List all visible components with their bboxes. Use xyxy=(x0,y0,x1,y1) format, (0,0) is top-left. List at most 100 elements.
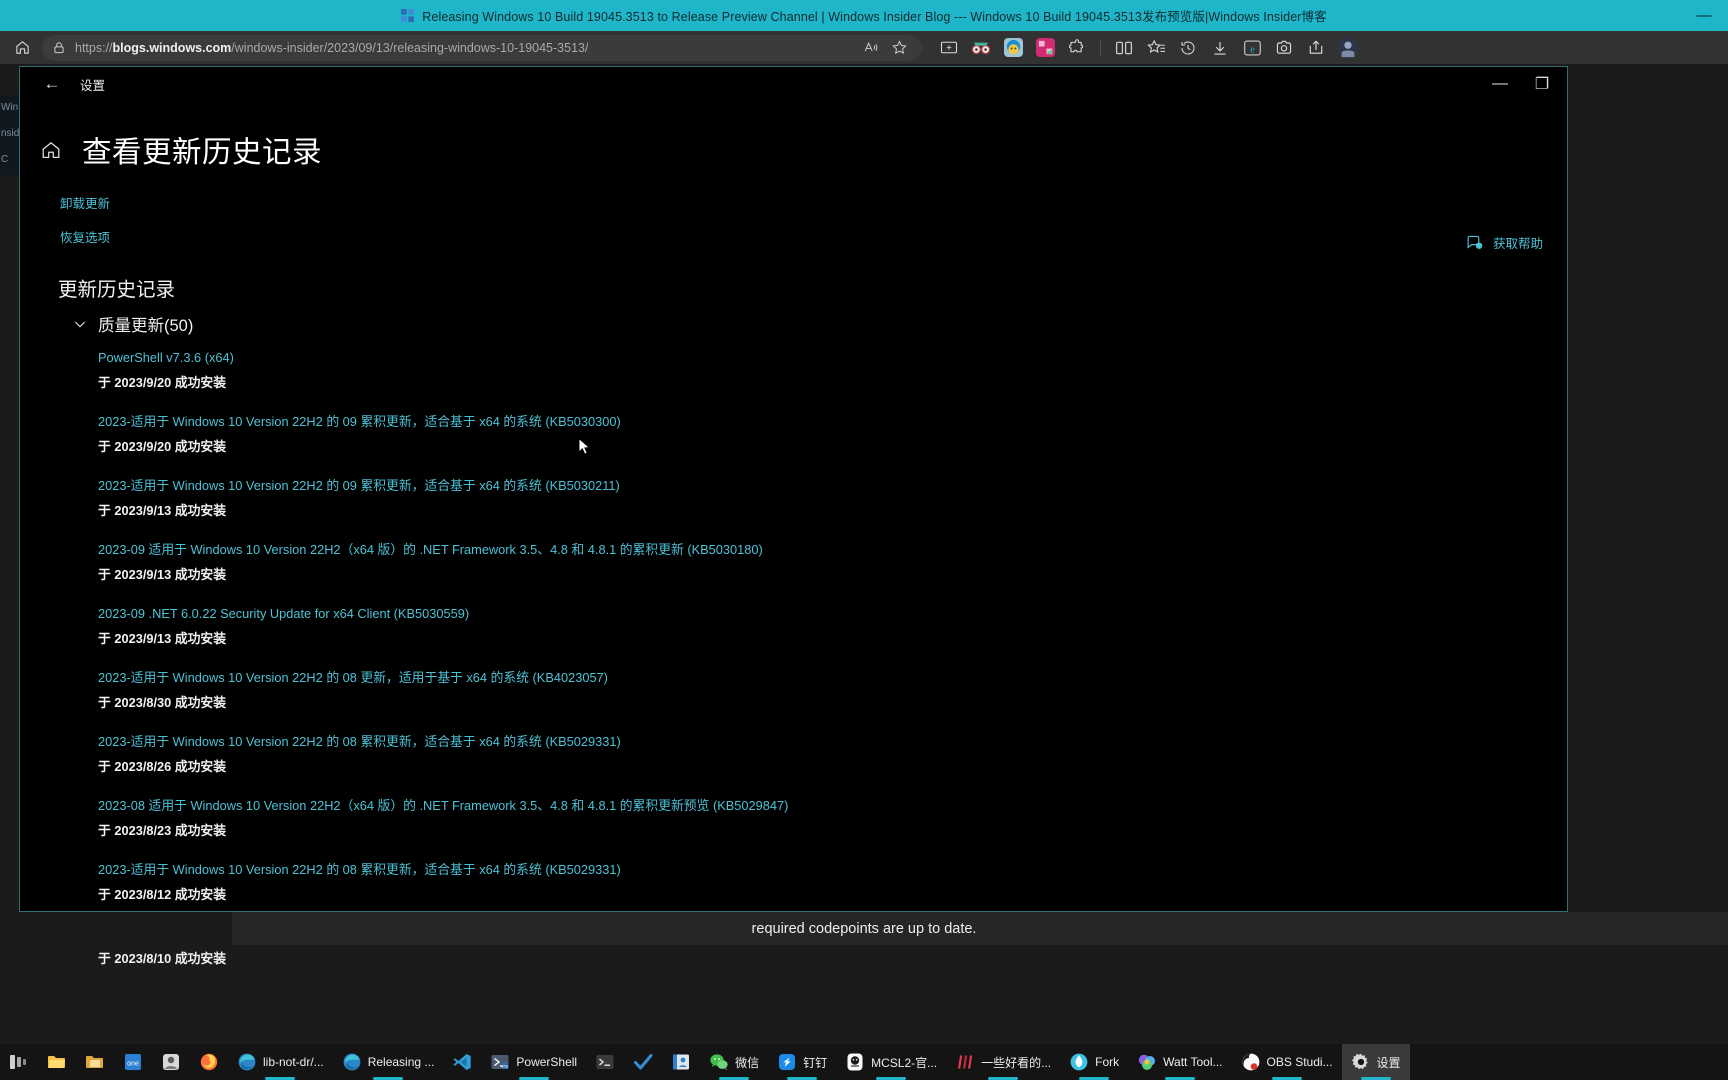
edge-icon xyxy=(342,1052,362,1072)
settings-minimize-button[interactable]: — xyxy=(1479,69,1521,99)
taskbar-item-vscode[interactable] xyxy=(443,1044,481,1080)
fork-icon xyxy=(1069,1052,1089,1072)
update-history-item: 2023-08 适用于 Windows 10 Version 22H2（x64 … xyxy=(98,798,1567,839)
taskbar-item-fork[interactable]: Fork xyxy=(1060,1044,1128,1080)
downloads-icon[interactable] xyxy=(1205,35,1235,61)
settings-content: 查看更新历史记录 卸载更新 恢复选项 获取帮助 更新历史记录 质量更新(50) … xyxy=(20,129,1567,966)
update-name-link[interactable]: 2023-09 .NET 6.0.22 Security Update for … xyxy=(98,606,1567,622)
taskbar-item-label: 钉钉 xyxy=(803,1055,828,1070)
screen: Win nsid C Releasing Windows 10 Build 19… xyxy=(0,0,1728,1080)
home-icon xyxy=(15,41,29,54)
taskbar-item-label: Fork xyxy=(1095,1055,1120,1069)
get-help-row[interactable]: 获取帮助 xyxy=(1466,233,1543,252)
update-history-item: 2023-适用于 Windows 10 Version 22H2 的 09 累积… xyxy=(98,414,1567,455)
update-name-link[interactable]: 2023-适用于 Windows 10 Version 22H2 的 08 更新… xyxy=(98,670,1567,686)
puzzle-glyph xyxy=(1069,38,1084,52)
taskbar-item-watttool[interactable]: Watt Tool... xyxy=(1128,1044,1231,1080)
taskbar-item-[interactable]: 钉钉 xyxy=(768,1044,836,1080)
taskbar-item-mcsl2[interactable]: MCSL2-官... xyxy=(836,1044,946,1080)
quality-updates-group-header[interactable]: 质量更新(50) xyxy=(72,312,1567,336)
screenshot-icon[interactable] xyxy=(1269,35,1299,61)
taskbar-item-folder[interactable] xyxy=(76,1044,114,1080)
taskbar-item-[interactable]: 一些好看的... xyxy=(946,1044,1060,1080)
windows-logo-icon xyxy=(401,9,415,22)
taskbar-item-powershell[interactable]: PS PowerShell xyxy=(481,1044,586,1080)
update-name-link[interactable]: 2023-08 适用于 Windows 10 Version 22H2（x64 … xyxy=(98,798,1567,814)
taskbar-item-terminal[interactable] xyxy=(586,1044,624,1080)
taskbar-item-contacts[interactable] xyxy=(662,1044,700,1080)
quality-updates-group-label: 质量更新(50) xyxy=(98,317,194,335)
svg-text:e: e xyxy=(1250,44,1255,55)
favorites-icon[interactable] xyxy=(1141,35,1171,61)
update-install-status: 于 2023/8/10 成功安装 xyxy=(98,951,227,966)
taskbar-item-firefox[interactable] xyxy=(190,1044,228,1080)
favorites-glyph xyxy=(1146,39,1165,54)
share-glyph xyxy=(1309,40,1323,54)
edge-app-icon[interactable]: e xyxy=(1237,35,1267,61)
history-glyph xyxy=(1181,41,1195,55)
address-bar-url: https://blogs.windows.com/windows-inside… xyxy=(75,41,588,55)
chevron-down-icon xyxy=(74,321,86,328)
update-name-link[interactable]: 2023-适用于 Windows 10 Version 22H2 的 09 累积… xyxy=(98,478,1567,494)
star-glyph xyxy=(891,40,907,55)
uninstall-updates-link[interactable]: 卸载更新 xyxy=(60,197,110,211)
taskbar-item-[interactable]: 微信 xyxy=(700,1044,768,1080)
onenote-icon: one xyxy=(123,1052,143,1072)
profile-avatar[interactable] xyxy=(1333,35,1363,61)
taskbar-item-libnotdr[interactable]: lib-not-dr/... xyxy=(228,1044,333,1080)
taskbar-item-obsstudi[interactable]: OBS Studi... xyxy=(1232,1044,1342,1080)
split-screen-icon[interactable] xyxy=(1109,35,1139,61)
downloads-glyph xyxy=(1214,41,1226,55)
favorite-star-icon[interactable] xyxy=(886,37,912,59)
background-window-peek[interactable]: Win nsid C xyxy=(0,95,19,175)
window-controls: — ❐ xyxy=(1479,67,1563,101)
extension-glasses-icon[interactable] xyxy=(966,35,996,61)
home-button[interactable] xyxy=(6,34,38,62)
pink-extension-icon[interactable] xyxy=(1030,35,1060,61)
mcsl-icon xyxy=(845,1052,865,1072)
settings-titlebar[interactable]: ← 设置 — ❐ xyxy=(20,67,1567,101)
recovery-options-link[interactable]: 恢复选项 xyxy=(60,231,110,245)
get-help-link[interactable]: 获取帮助 xyxy=(1493,233,1543,252)
browser-minimize-button[interactable]: — xyxy=(1690,6,1718,26)
extensions-puzzle-icon[interactable] xyxy=(1062,35,1092,61)
bg-peek-line: C xyxy=(1,154,9,165)
taskbar-item-onenote[interactable]: one xyxy=(114,1044,152,1080)
update-name-link[interactable]: PowerShell v7.3.6 (x64) xyxy=(98,350,1567,366)
update-install-status: 于 2023/9/20 成功安装 xyxy=(98,439,227,454)
back-button[interactable]: ← xyxy=(34,69,70,99)
share-icon[interactable] xyxy=(1301,35,1331,61)
taskbar-item-releasing[interactable]: Releasing ... xyxy=(333,1044,444,1080)
folder-icon xyxy=(85,1052,105,1072)
edge-extension-icon[interactable] xyxy=(998,35,1028,61)
collections-icon[interactable] xyxy=(934,35,964,61)
update-name-link[interactable]: 2023-09 适用于 Windows 10 Version 22H2（x64 … xyxy=(98,542,1567,558)
history-icon[interactable] xyxy=(1173,35,1203,61)
vscode-icon xyxy=(452,1052,472,1072)
taskbar-item-file-explorer[interactable] xyxy=(38,1044,76,1080)
update-install-status: 于 2023/9/13 成功安装 xyxy=(98,631,227,646)
wechat-icon xyxy=(709,1052,729,1072)
update-history-item: PowerShell v7.3.6 (x64) 于 2023/9/20 成功安装 xyxy=(98,350,1567,391)
browser-titlebar[interactable]: Releasing Windows 10 Build 19045.3513 to… xyxy=(0,0,1728,31)
uninstall-updates-link-row: 卸载更新 xyxy=(60,193,1567,213)
taskbar-item-app[interactable] xyxy=(152,1044,190,1080)
update-history-item: 2023-适用于 Windows 10 Version 22H2 的 08 累积… xyxy=(98,734,1567,775)
file-explorer-icon xyxy=(47,1052,67,1072)
update-name-link[interactable]: 2023-适用于 Windows 10 Version 22H2 的 09 累积… xyxy=(98,414,1567,430)
screenshot-glyph xyxy=(1276,40,1292,54)
status-message: required codepoints are up to date. xyxy=(751,920,977,937)
address-bar[interactable]: https://blogs.windows.com/windows-inside… xyxy=(42,34,922,61)
collections-glyph xyxy=(940,41,958,54)
update-install-status: 于 2023/8/23 成功安装 xyxy=(98,823,227,838)
taskbar-item-checkmark[interactable] xyxy=(624,1044,662,1080)
browser-tab[interactable]: Releasing Windows 10 Build 19045.3513 to… xyxy=(401,6,1327,25)
taskbar-item-task-view[interactable] xyxy=(0,1044,38,1080)
home-breadcrumb-icon[interactable] xyxy=(40,139,62,161)
read-aloud-icon[interactable] xyxy=(858,37,884,59)
settings-maximize-button[interactable]: ❐ xyxy=(1521,69,1563,99)
taskbar-item-[interactable]: 设置 xyxy=(1341,1044,1410,1080)
update-name-link[interactable]: 2023-适用于 Windows 10 Version 22H2 的 08 累积… xyxy=(98,734,1567,750)
edge-app-glyph: e xyxy=(1243,40,1261,55)
update-name-link[interactable]: 2023-适用于 Windows 10 Version 22H2 的 08 累积… xyxy=(98,862,1567,878)
